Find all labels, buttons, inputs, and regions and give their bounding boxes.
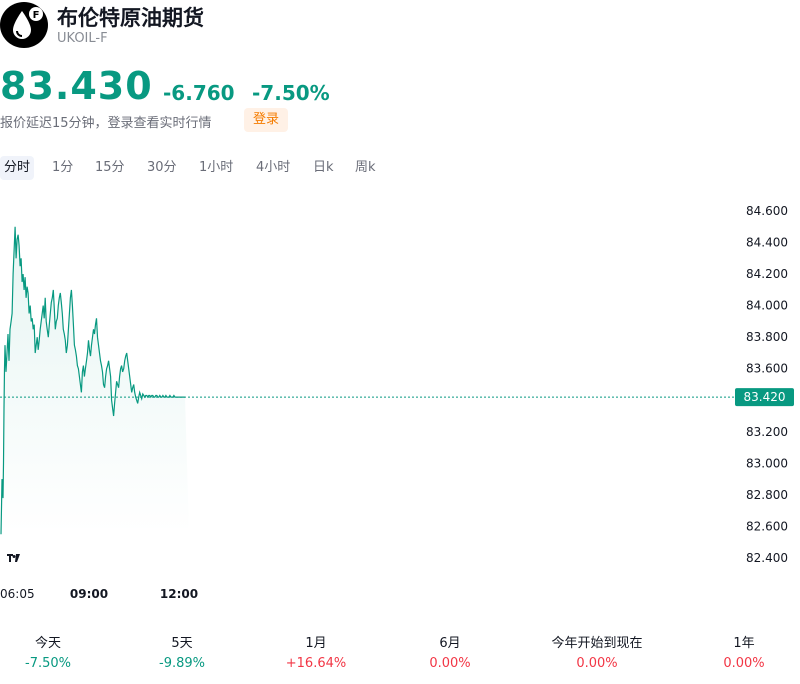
tab-1min[interactable]: 1分 [52, 156, 73, 180]
current-price: 83.430 [0, 64, 153, 108]
y-tick-label: 83.800 [746, 330, 788, 344]
period-ytd[interactable]: 今年开始到现在 0.00% [537, 634, 657, 674]
delay-text: 报价延迟15分钟，登录查看实时行情 [0, 116, 212, 131]
logo-badge: F [33, 10, 40, 21]
tab-daily[interactable]: 日k [313, 156, 334, 180]
y-tick-label: 83.000 [746, 456, 788, 470]
tab-4hour[interactable]: 4小时 [256, 156, 290, 180]
y-tick-label: 84.200 [746, 267, 788, 281]
period-value: 0.00% [723, 656, 765, 671]
period-value: +16.64% [285, 656, 347, 671]
period-label: 1年 [733, 636, 755, 651]
login-button[interactable]: 登录 [244, 108, 288, 132]
x-tick-label: 12:00 [160, 587, 198, 601]
y-tick-label: 82.400 [746, 551, 788, 565]
last-price-label: 83.420 [744, 390, 786, 404]
x-tick-label: 06:05 [0, 587, 35, 601]
period-returns: 今天 -7.50% 5天 -9.89% 1月 +16.64% 6月 0.00% … [0, 634, 800, 678]
period-6m[interactable]: 6月 0.00% [390, 634, 510, 674]
period-label: 今年开始到现在 [551, 636, 643, 651]
price-chart[interactable]: 84.600 84.400 84.200 84.000 83.800 83.600 83.2… [0, 195, 800, 610]
period-label: 6月 [439, 636, 461, 651]
period-1y[interactable]: 1年 0.00% [684, 634, 800, 674]
period-value: 0.00% [576, 656, 618, 671]
period-value: -9.89% [159, 656, 205, 671]
period-today[interactable]: 今天 -7.50% [0, 634, 108, 674]
symbol-code: UKOIL-F [57, 31, 108, 46]
page-title: 布伦特原油期货 [57, 6, 204, 30]
tradingview-logo-icon [2, 548, 28, 570]
period-5d[interactable]: 5天 -9.89% [122, 634, 242, 674]
y-tick-label: 84.600 [746, 204, 788, 218]
y-tick-label: 84.000 [746, 299, 788, 313]
price-change: -6.760 [163, 81, 235, 105]
period-label: 今天 [34, 636, 61, 651]
y-tick-label: 82.800 [746, 488, 788, 502]
period-value: 0.00% [429, 656, 471, 671]
chart-svg: 84.600 84.400 84.200 84.000 83.800 83.600 83.2… [0, 204, 794, 601]
tab-1hour[interactable]: 1小时 [199, 156, 233, 180]
oil-drop-icon: F [0, 2, 48, 48]
period-value: -7.50% [25, 656, 71, 671]
y-tick-label: 82.600 [746, 520, 788, 534]
y-tick-label: 84.400 [746, 236, 788, 250]
tab-intraday[interactable]: 分时 [0, 156, 35, 180]
x-tick-label: 09:00 [70, 587, 108, 601]
period-label: 1月 [305, 636, 327, 651]
tab-30min[interactable]: 30分 [147, 156, 177, 180]
tab-15min[interactable]: 15分 [95, 156, 125, 180]
period-label: 5天 [171, 636, 193, 651]
tab-weekly[interactable]: 周k [355, 156, 376, 180]
price-area [1, 226, 189, 535]
y-tick-label: 83.200 [746, 425, 788, 439]
header: F 布伦特原油期货 UKOIL-F [0, 0, 800, 50]
period-1m[interactable]: 1月 +16.64% [256, 634, 376, 674]
y-tick-label: 83.600 [746, 362, 788, 376]
price-change-percent: -7.50% [252, 81, 330, 105]
